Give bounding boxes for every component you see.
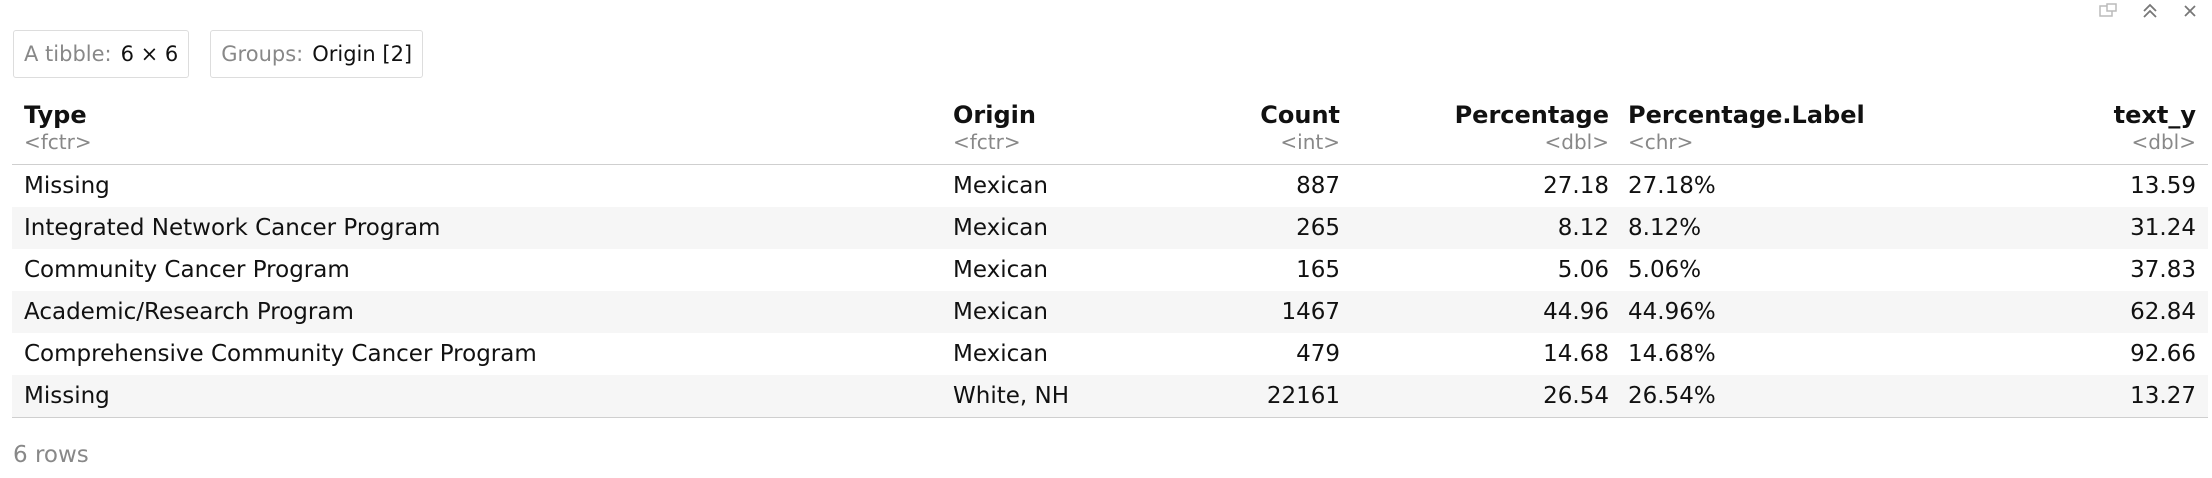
cell-type: Academic/Research Program	[24, 299, 354, 325]
close-icon[interactable]	[2176, 0, 2204, 22]
cell-percentage: 26.54	[1543, 383, 1609, 409]
cell-count: 265	[1296, 215, 1340, 241]
cell-text-y: 62.84	[2130, 299, 2196, 325]
cell-origin: White, NH	[953, 383, 1069, 409]
column-header-text-y[interactable]: text_y <dbl>	[2114, 100, 2196, 154]
cell-origin: Mexican	[953, 173, 1048, 199]
cell-count: 1467	[1281, 299, 1340, 325]
column-header-percentage-label[interactable]: Percentage.Label <chr>	[1628, 100, 1865, 154]
column-type: <int>	[1280, 130, 1340, 154]
cell-count: 479	[1296, 341, 1340, 367]
cell-type: Comprehensive Community Cancer Program	[24, 341, 537, 367]
cell-origin: Mexican	[953, 341, 1048, 367]
cell-origin: Mexican	[953, 215, 1048, 241]
cell-percentage-label: 8.12%	[1628, 215, 1702, 241]
cell-text-y: 13.27	[2130, 383, 2196, 409]
cell-count: 887	[1296, 173, 1340, 199]
popout-icon[interactable]	[2094, 0, 2122, 22]
column-type: <fctr>	[24, 130, 92, 154]
cell-percentage-label: 26.54%	[1628, 383, 1716, 409]
cell-text-y: 13.59	[2130, 173, 2196, 199]
column-type: <dbl>	[1544, 130, 1609, 154]
collapse-up-icon[interactable]	[2136, 0, 2164, 22]
table-row: Comprehensive Community Cancer Program M…	[12, 333, 2208, 375]
column-header-origin[interactable]: Origin <fctr>	[953, 100, 1036, 154]
data-table: Type <fctr> Origin <fctr> Count <int> Pe…	[12, 98, 2208, 418]
cell-type: Integrated Network Cancer Program	[24, 215, 441, 241]
cell-percentage-label: 27.18%	[1628, 173, 1716, 199]
column-header-count[interactable]: Count <int>	[1260, 100, 1340, 154]
tibble-dimensions-badge: A tibble: 6 × 6	[13, 30, 190, 78]
cell-percentage-label: 5.06%	[1628, 257, 1702, 283]
cell-type: Missing	[24, 383, 110, 409]
table-row: Missing White, NH 22161 26.54 26.54% 13.…	[12, 375, 2208, 418]
column-name: text_y	[2113, 101, 2196, 129]
cell-origin: Mexican	[953, 257, 1048, 283]
cell-percentage: 27.18	[1543, 173, 1609, 199]
cell-percentage: 5.06	[1557, 257, 1609, 283]
cell-count: 165	[1296, 257, 1340, 283]
groups-value: Origin [2]	[312, 42, 413, 66]
table-header: Type <fctr> Origin <fctr> Count <int> Pe…	[12, 98, 2208, 165]
column-type: <chr>	[1628, 130, 1694, 154]
row-count-footer: 6 rows	[13, 442, 89, 468]
cell-type: Community Cancer Program	[24, 257, 350, 283]
cell-count: 22161	[1266, 383, 1340, 409]
cell-percentage: 14.68	[1543, 341, 1609, 367]
column-name: Type	[24, 101, 87, 129]
cell-origin: Mexican	[953, 299, 1048, 325]
cell-percentage-label: 14.68%	[1628, 341, 1716, 367]
table-row: Missing Mexican 887 27.18 27.18% 13.59	[12, 165, 2208, 207]
table-row: Integrated Network Cancer Program Mexica…	[12, 207, 2208, 249]
column-header-type[interactable]: Type <fctr>	[24, 100, 92, 154]
column-type: <fctr>	[953, 130, 1021, 154]
column-type: <dbl>	[2131, 130, 2196, 154]
cell-text-y: 92.66	[2130, 341, 2196, 367]
tibble-dimensions: 6 × 6	[120, 42, 179, 66]
column-name: Percentage	[1454, 101, 1609, 129]
groups-badge: Groups: Origin [2]	[210, 30, 424, 78]
cell-type: Missing	[24, 173, 110, 199]
column-name: Count	[1260, 101, 1340, 129]
table-row: Community Cancer Program Mexican 165 5.0…	[12, 249, 2208, 291]
tibble-label: A tibble:	[24, 42, 112, 66]
cell-percentage: 44.96	[1543, 299, 1609, 325]
cell-text-y: 31.24	[2130, 215, 2196, 241]
column-header-percentage[interactable]: Percentage <dbl>	[1455, 100, 1609, 154]
groups-label: Groups:	[221, 42, 304, 66]
cell-percentage: 8.12	[1557, 215, 1609, 241]
cell-percentage-label: 44.96%	[1628, 299, 1716, 325]
viewer-toolbar	[2052, 0, 2212, 22]
table-row: Academic/Research Program Mexican 1467 4…	[12, 291, 2208, 333]
tibble-summary: A tibble: 6 × 6 Groups: Origin [2]	[13, 30, 424, 78]
cell-text-y: 37.83	[2130, 257, 2196, 283]
column-name: Origin	[953, 101, 1036, 129]
column-name: Percentage.Label	[1628, 101, 1865, 129]
